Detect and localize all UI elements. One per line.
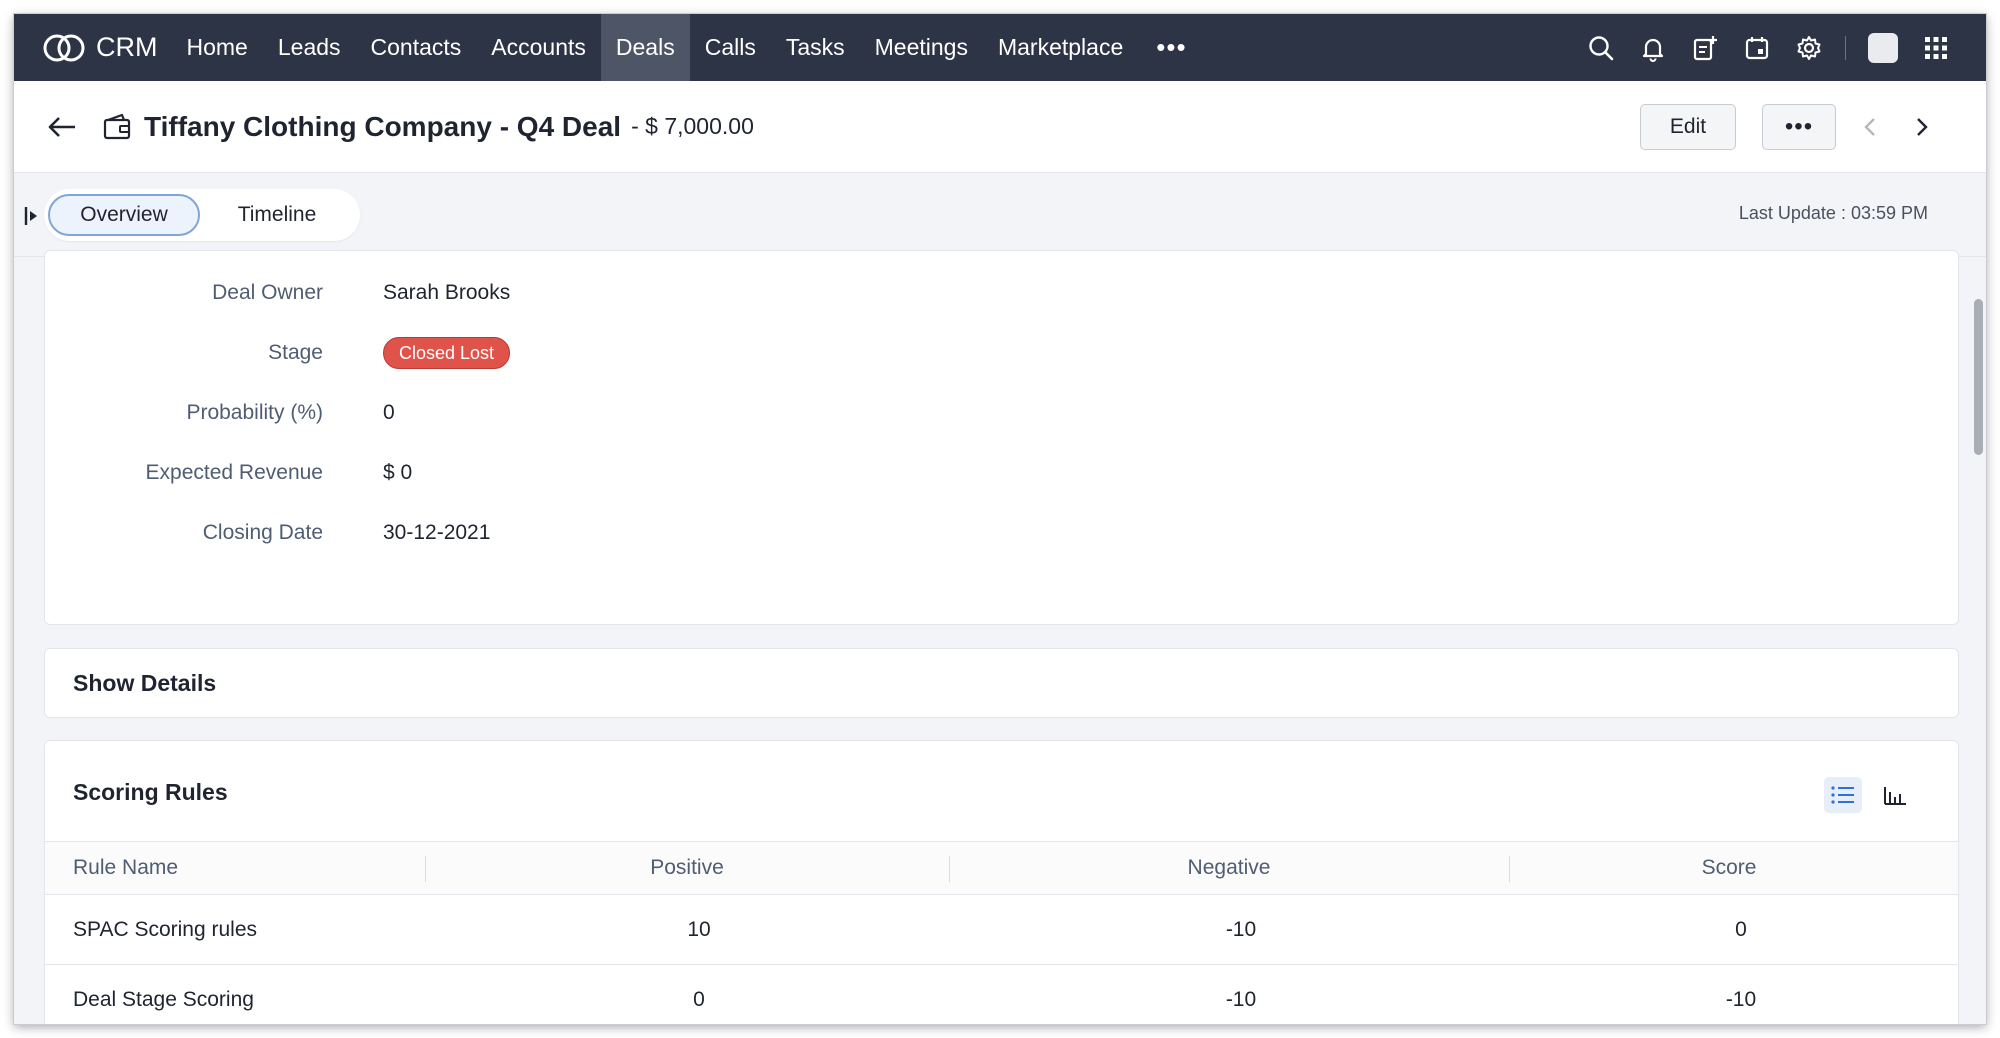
closing-date-value[interactable]: 30-12-2021 — [383, 521, 490, 545]
app-window: CRM Home Leads Contacts Accounts Deals C… — [14, 14, 1986, 1024]
nav-marketplace[interactable]: Marketplace — [983, 14, 1138, 81]
field-row-expected-revenue: Expected Revenue $ 0 — [45, 453, 1958, 493]
back-arrow-icon[interactable] — [42, 107, 82, 147]
wallet-icon — [103, 113, 131, 139]
field-row-deal-owner: Deal Owner Sarah Brooks — [45, 273, 1958, 313]
bell-icon[interactable] — [1627, 14, 1679, 81]
nav-right-tools — [1575, 14, 1962, 81]
brand-name: CRM — [96, 32, 158, 62]
probability-value[interactable]: 0 — [383, 401, 395, 425]
deal-amount: - $ 7,000.00 — [631, 113, 754, 139]
field-row-stage: Stage Closed Lost — [45, 333, 1958, 373]
tab-overview[interactable]: Overview — [48, 194, 200, 236]
column-header-score[interactable]: Score — [1509, 842, 1949, 894]
table-row[interactable]: SPAC Scoring rules 10 -10 0 — [45, 895, 1958, 965]
gear-icon[interactable] — [1783, 14, 1835, 81]
column-header-rule-name[interactable]: Rule Name — [73, 842, 178, 894]
nav-home[interactable]: Home — [172, 14, 263, 81]
field-label: Stage — [268, 341, 323, 364]
add-record-icon[interactable] — [1679, 14, 1731, 81]
positive-cell: 10 — [687, 918, 711, 941]
column-header-positive[interactable]: Positive — [425, 842, 949, 894]
positive-cell: 0 — [693, 988, 705, 1011]
tab-group: Overview Timeline — [44, 189, 360, 241]
nav-tasks[interactable]: Tasks — [771, 14, 860, 81]
search-icon[interactable] — [1575, 14, 1627, 81]
view-toggle — [1810, 777, 1914, 813]
edit-button[interactable]: Edit — [1640, 103, 1736, 150]
nav-meetings[interactable]: Meetings — [860, 14, 983, 81]
header-actions: Edit ••• — [1640, 103, 1940, 150]
status-badge[interactable]: Closed Lost — [383, 337, 511, 369]
field-label: Probability (%) — [186, 401, 323, 424]
show-details-title[interactable]: Show Details — [73, 670, 216, 697]
more-actions-button[interactable]: ••• — [1762, 103, 1836, 150]
nav-leads[interactable]: Leads — [263, 14, 356, 81]
top-navigation: CRM Home Leads Contacts Accounts Deals C… — [14, 14, 1986, 81]
scoring-rules-card: Scoring Rules Rule Name Positive Negativ… — [44, 740, 1959, 1024]
apps-grid-icon[interactable] — [1910, 14, 1962, 81]
field-row-closing-date: Closing Date 30-12-2021 — [45, 513, 1958, 553]
field-label: Deal Owner — [212, 281, 323, 304]
negative-cell: -10 — [1225, 988, 1257, 1011]
scrollbar-thumb[interactable] — [1974, 299, 1983, 455]
expected-revenue-value[interactable]: $ 0 — [383, 461, 412, 485]
previous-record-icon[interactable] — [1852, 104, 1888, 150]
field-row-probability: Probability (%) 0 — [45, 393, 1958, 433]
score-cell: 0 — [1735, 918, 1747, 941]
rule-name-cell: Deal Stage Scoring — [73, 988, 254, 1011]
field-label: Expected Revenue — [145, 461, 323, 484]
tab-timeline[interactable]: Timeline — [206, 194, 348, 236]
last-update-text: Last Update : 03:59 PM — [1738, 203, 1928, 223]
record-header: Tiffany Clothing Company - Q4 Deal - $ 7… — [14, 81, 1986, 173]
list-view-icon[interactable] — [1824, 777, 1862, 813]
next-record-icon[interactable] — [1904, 104, 1940, 150]
nav-more-button[interactable]: ••• — [1138, 14, 1204, 81]
panel-toggle-icon[interactable] — [24, 205, 40, 227]
calendar-icon[interactable] — [1731, 14, 1783, 81]
score-cell: -10 — [1725, 988, 1757, 1011]
table-header: Rule Name Positive Negative Score — [45, 841, 1958, 895]
rule-name-cell: SPAC Scoring rules — [73, 918, 258, 941]
nav-contacts[interactable]: Contacts — [356, 14, 477, 81]
negative-cell: -10 — [1225, 918, 1257, 941]
tabs-bar: Overview Timeline Last Update : 03:59 PM — [14, 173, 1986, 257]
brand[interactable]: CRM — [42, 31, 158, 65]
crm-logo-icon — [43, 34, 85, 61]
table-row[interactable]: Deal Stage Scoring 0 -10 -10 — [45, 965, 1958, 1024]
nav-accounts[interactable]: Accounts — [476, 14, 601, 81]
show-details-section[interactable]: Show Details — [44, 648, 1959, 718]
nav-calls[interactable]: Calls — [690, 14, 771, 81]
avatar[interactable] — [1868, 32, 1898, 63]
nav-divider — [1845, 35, 1846, 60]
overview-card: Deal Owner Sarah Brooks Stage Closed Los… — [44, 250, 1959, 625]
column-header-negative[interactable]: Negative — [949, 842, 1509, 894]
deal-owner-value[interactable]: Sarah Brooks — [383, 281, 510, 305]
chart-view-icon[interactable] — [1876, 777, 1914, 813]
nav-deals[interactable]: Deals — [600, 14, 690, 81]
scoring-rules-title: Scoring Rules — [73, 779, 228, 805]
field-label: Closing Date — [202, 521, 323, 544]
page-title: Tiffany Clothing Company - Q4 Deal — [144, 110, 622, 142]
